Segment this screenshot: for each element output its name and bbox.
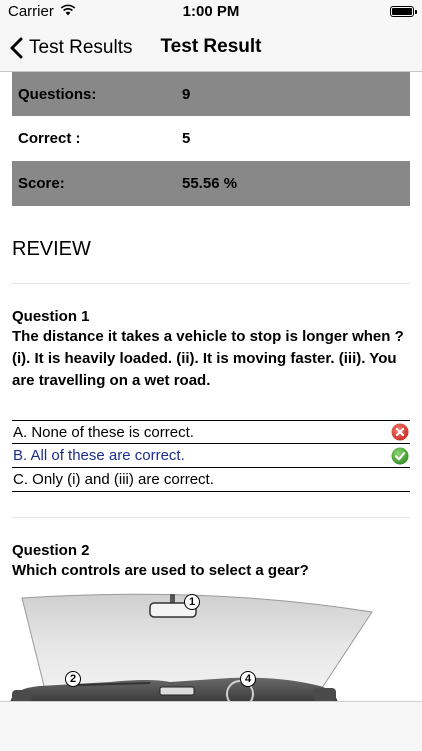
summary-row-correct: Correct : 5 (12, 116, 410, 161)
result-summary: Questions: 9 Correct : 5 Score: 55.56 % (12, 72, 410, 206)
clock: 1:00 PM (182, 3, 240, 20)
questions-value: 9 (182, 85, 191, 103)
divider (12, 517, 410, 518)
answer-option-b[interactable]: B. All of these are correct. (12, 444, 410, 468)
question-text: The distance it takes a vehicle to stop … (12, 328, 404, 389)
answer-option-a[interactable]: A. None of these is correct. (12, 420, 410, 444)
score-value: 55.56 % (182, 175, 238, 192)
correct-value: 5 (182, 130, 191, 147)
car-controls-illustration: 1 2 4 (0, 590, 422, 702)
question-1-options: A. None of these is correct. B. All of t… (12, 420, 410, 492)
wrong-answer-icon (391, 423, 409, 441)
question-number: Question 1 (12, 308, 90, 325)
dashboard-drawing (10, 593, 373, 702)
correct-answer-icon (391, 447, 409, 464)
bottom-toolbar (0, 701, 422, 751)
review-heading: REVIEW (12, 238, 91, 260)
question-text: Which controls are used to select a gear… (12, 562, 309, 579)
battery-icon (390, 6, 417, 17)
option-text: A. None of these is correct. (13, 423, 194, 441)
option-text: B. All of these are correct. (13, 447, 185, 464)
summary-row-score: Score: 55.56 % (12, 161, 410, 206)
callout-marker-4: 4 (240, 671, 256, 687)
question-2: Question 2 Which controls are used to se… (12, 542, 412, 582)
questions-label: Questions: (18, 85, 97, 103)
callout-marker-2: 2 (65, 671, 81, 687)
page-title: Test Result (160, 36, 262, 57)
question-1: Question 1 The distance it takes a vehic… (12, 308, 412, 392)
correct-label: Correct : (18, 130, 81, 147)
option-text: C. Only (i) and (iii) are correct. (13, 471, 214, 488)
status-bar: Carrier 1:00 PM (0, 0, 422, 24)
answer-option-c[interactable]: C. Only (i) and (iii) are correct. (12, 468, 410, 492)
navigation-bar: Test Results Test Result (0, 24, 422, 72)
score-label: Score: (18, 175, 65, 192)
divider (12, 283, 410, 284)
summary-row-questions: Questions: 9 (12, 72, 410, 116)
callout-marker-1: 1 (184, 594, 200, 610)
question-number: Question 2 (12, 542, 90, 559)
